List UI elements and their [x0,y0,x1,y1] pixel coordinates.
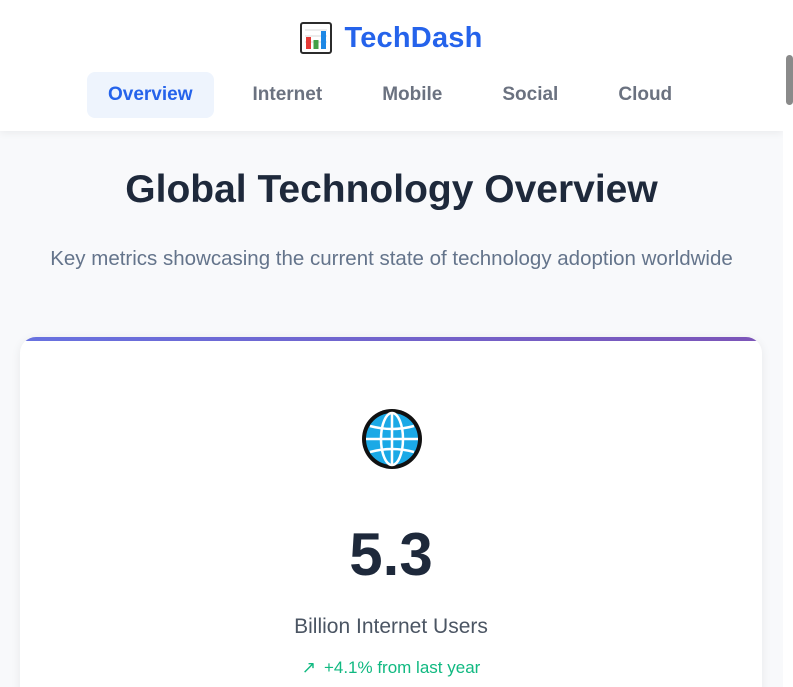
metric-trend: ↗ +4.1% from last year [20,655,762,681]
main-nav: Overview Internet Mobile Social Cloud [87,72,711,118]
page-title: Global Technology Overview [125,168,658,211]
tab-internet[interactable]: Internet [232,72,344,118]
page: TechDash Overview Internet Mobile Social… [0,0,783,687]
metric-label: Billion Internet Users [294,615,488,638]
brand-name: TechDash [344,22,483,54]
globe-icon [359,406,425,472]
trend-text: +4.1% from last year [323,658,481,677]
page-subtitle: Key metrics showcasing the current state… [50,247,733,270]
brand-link[interactable]: TechDash [300,18,482,58]
scrollbar-thumb[interactable] [786,55,793,105]
tab-cloud[interactable]: Cloud [597,72,693,118]
app-header: TechDash Overview Internet Mobile Social… [0,0,783,131]
tab-overview[interactable]: Overview [87,72,214,118]
card-accent-bar [20,337,762,341]
metric-value: 5.3 [349,521,433,588]
trend-up-icon: ↗ [301,658,316,677]
tab-mobile[interactable]: Mobile [361,72,463,118]
tab-social[interactable]: Social [481,72,579,118]
metric-card-internet-users: 5.3 Billion Internet Users ↗ +4.1% from l… [20,337,762,687]
vertical-scrollbar[interactable] [783,0,793,687]
brand: TechDash [0,18,783,58]
bar-chart-icon [300,22,333,54]
